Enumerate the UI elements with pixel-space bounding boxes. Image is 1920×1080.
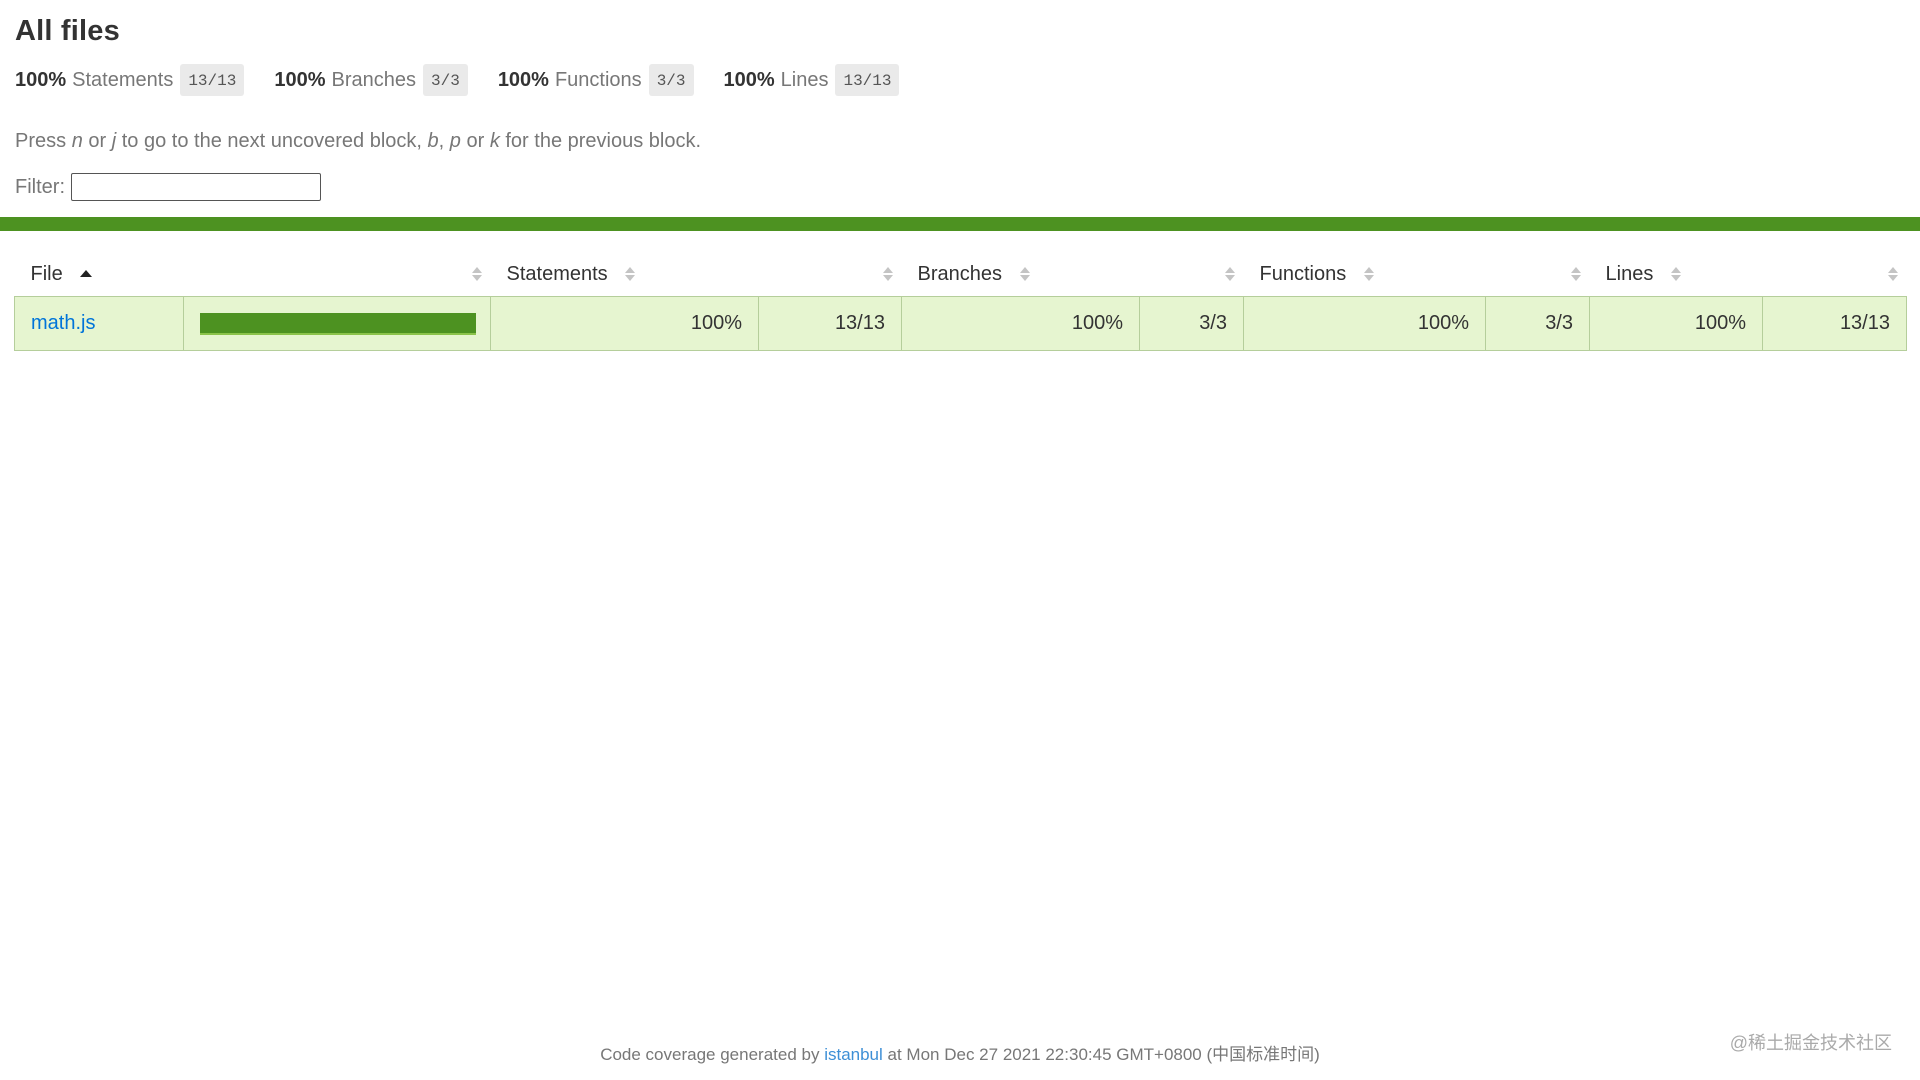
table-row: math.js 100% 13/13 100% 3/3 100% 3/3 100… (14, 296, 1907, 351)
header-label: Branches (917, 262, 1003, 285)
hint-key: j (111, 130, 117, 152)
summary-branches: 100% Branches 3/3 (274, 64, 468, 96)
hint-key: p (449, 130, 461, 152)
header-label: Functions (1259, 262, 1347, 285)
hint-text: Press (15, 130, 67, 152)
col-functions-header[interactable]: Functions (1244, 252, 1486, 297)
keyboard-hint: Press n or j to go to the next uncovered… (15, 130, 1905, 153)
sort-icon (471, 267, 482, 281)
sort-icon (1224, 267, 1235, 281)
summary-label: Statements (72, 68, 174, 91)
summary-fraction: 13/13 (180, 64, 245, 96)
footer-timestamp: at Mon Dec 27 2021 22:30:45 GMT+0800 (中国… (887, 1045, 1320, 1064)
report-header: All files 100% Statements 13/13 100% Bra… (0, 0, 1920, 201)
functions-pct-cell: 100% (1243, 296, 1486, 351)
coverage-table-container: File Statements Branches Functions Lines… (14, 252, 1907, 351)
sort-icon (1670, 267, 1681, 282)
col-file-bar-header[interactable] (184, 252, 491, 297)
hint-text: , (438, 130, 445, 152)
sort-icon (1363, 267, 1374, 282)
page-title: All files (15, 15, 120, 47)
summary-label: Functions (554, 68, 642, 91)
file-cell: math.js (14, 296, 184, 351)
coverage-bar-cell (183, 296, 491, 351)
filter-row: Filter: (15, 173, 1905, 201)
file-link[interactable]: math.js (31, 312, 95, 334)
summary-functions: 100% Functions 3/3 (498, 64, 694, 96)
summary-fraction: 3/3 (648, 64, 694, 96)
summary-fraction: 3/3 (423, 64, 468, 96)
table-header-row: File Statements Branches Functions Lines (15, 252, 1907, 297)
summary-label: Branches (331, 68, 417, 91)
watermark: @稀土掘金技术社区 (1729, 1033, 1892, 1053)
lines-frac-cell: 13/13 (1762, 296, 1907, 351)
hint-key: b (427, 130, 439, 152)
col-lines-header[interactable]: Lines (1590, 252, 1763, 297)
summary-statements: 100% Statements 13/13 (15, 64, 245, 96)
col-file-header[interactable]: File (15, 252, 184, 297)
header-label: File (30, 262, 63, 285)
summary-lines: 100% Lines 13/13 (724, 64, 900, 96)
sort-icon (1019, 267, 1030, 282)
functions-frac-cell: 3/3 (1485, 296, 1590, 351)
summary-label: Lines (780, 68, 829, 91)
branches-pct-cell: 100% (901, 296, 1140, 351)
sort-ascending-icon (80, 267, 93, 281)
summary-pct: 100% (15, 68, 67, 91)
hint-text: or (466, 130, 485, 152)
sort-icon (1887, 267, 1898, 281)
branches-frac-cell: 3/3 (1139, 296, 1244, 351)
hint-text: to go to the next uncovered block, (121, 130, 422, 152)
sort-icon (625, 267, 636, 282)
istanbul-link[interactable]: istanbul (824, 1045, 883, 1064)
summary-pct: 100% (497, 68, 549, 91)
col-statements-raw-header[interactable] (759, 252, 902, 297)
hint-key: k (489, 130, 500, 152)
header-label: Statements (506, 262, 608, 285)
coverage-summary: 100% Statements 13/13 100% Branches 3/3 … (15, 64, 1905, 96)
col-functions-raw-header[interactable] (1486, 252, 1590, 297)
summary-fraction: 13/13 (835, 64, 900, 96)
coverage-table: File Statements Branches Functions Lines… (14, 252, 1907, 351)
lines-pct-cell: 100% (1589, 296, 1763, 351)
summary-pct: 100% (723, 68, 775, 91)
footer-text: Code coverage generated by (600, 1045, 820, 1064)
coverage-bar (200, 312, 476, 335)
col-statements-header[interactable]: Statements (491, 252, 759, 297)
sort-icon (1570, 267, 1581, 281)
hint-key: n (71, 130, 83, 152)
statements-pct-cell: 100% (490, 296, 759, 351)
sort-icon (882, 267, 893, 281)
statements-frac-cell: 13/13 (758, 296, 902, 351)
col-branches-header[interactable]: Branches (902, 252, 1140, 297)
coverage-status-bar (0, 217, 1920, 231)
col-branches-raw-header[interactable] (1140, 252, 1244, 297)
hint-text: for the previous block. (505, 130, 702, 152)
report-footer: Code coverage generated by istanbul at M… (0, 1040, 1920, 1065)
header-label: Lines (1605, 262, 1654, 285)
hint-text: or (88, 130, 107, 152)
summary-pct: 100% (274, 68, 326, 91)
coverage-report-page: All files 100% Statements 13/13 100% Bra… (0, 0, 1920, 1080)
col-lines-raw-header[interactable] (1763, 252, 1907, 297)
filter-label: Filter: (15, 175, 65, 198)
filter-input[interactable] (71, 173, 321, 201)
